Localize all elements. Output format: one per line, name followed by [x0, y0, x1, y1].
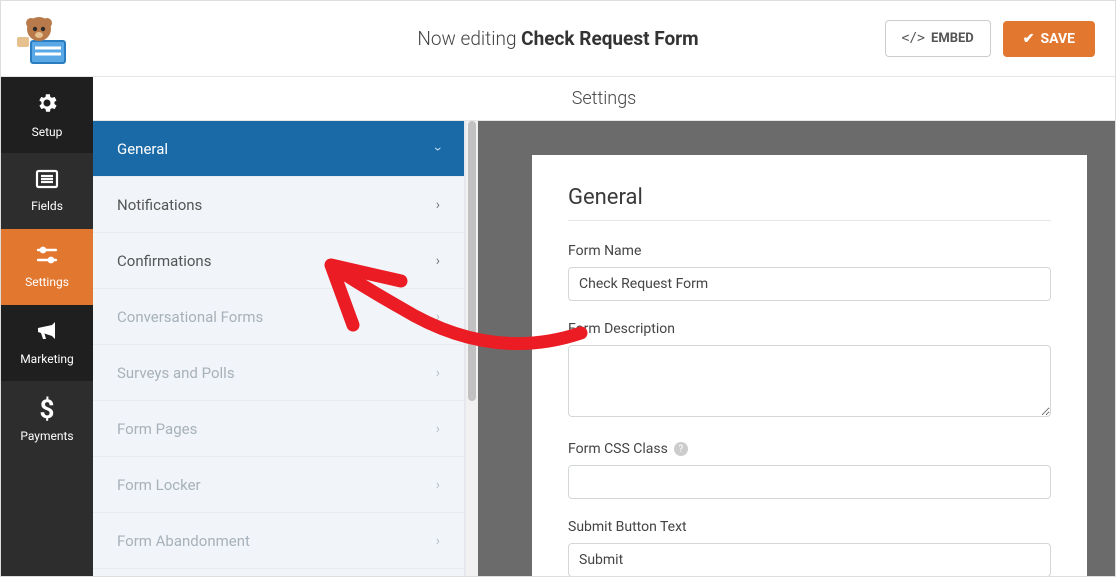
section-title: General [568, 185, 1051, 210]
submit-btn-label: Submit Button Text [568, 519, 1051, 535]
settings-item-form-locker[interactable]: Form Locker › [93, 457, 464, 513]
settings-item-notifications[interactable]: Notifications › [93, 177, 464, 233]
settings-item-form-pages[interactable]: Form Pages › [93, 401, 464, 457]
divider [568, 220, 1051, 221]
nav-fields[interactable]: Fields [1, 153, 93, 229]
form-name-label: Form Name [568, 243, 1051, 259]
save-button[interactable]: ✔ SAVE [1003, 21, 1095, 57]
submit-btn-input[interactable] [568, 543, 1051, 576]
scrollbar[interactable] [465, 121, 478, 576]
code-icon: </> [902, 31, 925, 46]
settings-item-conversational-forms[interactable]: Conversational Forms › [93, 289, 464, 345]
settings-item-form-abandonment[interactable]: Form Abandonment › [93, 513, 464, 569]
gear-icon [35, 91, 59, 121]
chevron-right-icon: › [436, 309, 440, 325]
chevron-right-icon: › [436, 365, 440, 381]
form-card: General Form Name Form Description Form … [532, 155, 1087, 576]
form-desc-label: Form Description [568, 321, 1051, 337]
chevron-right-icon: › [436, 421, 440, 437]
sliders-icon [35, 245, 59, 271]
chevron-right-icon: › [436, 253, 440, 269]
app-logo [15, 11, 75, 67]
form-css-input[interactable] [568, 465, 1051, 499]
list-icon [35, 169, 59, 195]
left-nav: Setup Fields Settings Marketing $ Paymen… [1, 77, 93, 576]
dollar-icon: $ [40, 395, 55, 425]
help-icon[interactable]: ? [674, 442, 688, 456]
nav-settings[interactable]: Settings [1, 229, 93, 305]
settings-item-confirmations[interactable]: Confirmations › [93, 233, 464, 289]
form-css-label: Form CSS Class ? [568, 441, 1051, 457]
bullhorn-icon [35, 320, 59, 348]
nav-marketing[interactable]: Marketing [1, 305, 93, 381]
chevron-right-icon: › [436, 197, 440, 213]
top-header: Now editing Check Request Form </> EMBED… [1, 1, 1115, 77]
embed-button[interactable]: </> EMBED [885, 20, 991, 57]
check-icon: ✔ [1023, 31, 1035, 47]
settings-item-surveys-polls[interactable]: Surveys and Polls › [93, 345, 464, 401]
nav-setup[interactable]: Setup [1, 77, 93, 153]
settings-panel: General › Notifications › Confirmations … [93, 121, 478, 576]
chevron-down-icon: › [430, 146, 446, 150]
nav-payments[interactable]: $ Payments [1, 381, 93, 457]
editing-label: Now editing Check Request Form [417, 27, 698, 50]
form-canvas: General Form Name Form Description Form … [478, 121, 1115, 576]
settings-subheader: Settings [93, 77, 1115, 121]
settings-item-general[interactable]: General › [93, 121, 464, 177]
chevron-right-icon: › [436, 477, 440, 493]
scrollbar-thumb[interactable] [468, 121, 476, 401]
form-desc-textarea[interactable] [568, 345, 1051, 417]
chevron-right-icon: › [436, 533, 440, 549]
form-name-input[interactable] [568, 267, 1051, 301]
